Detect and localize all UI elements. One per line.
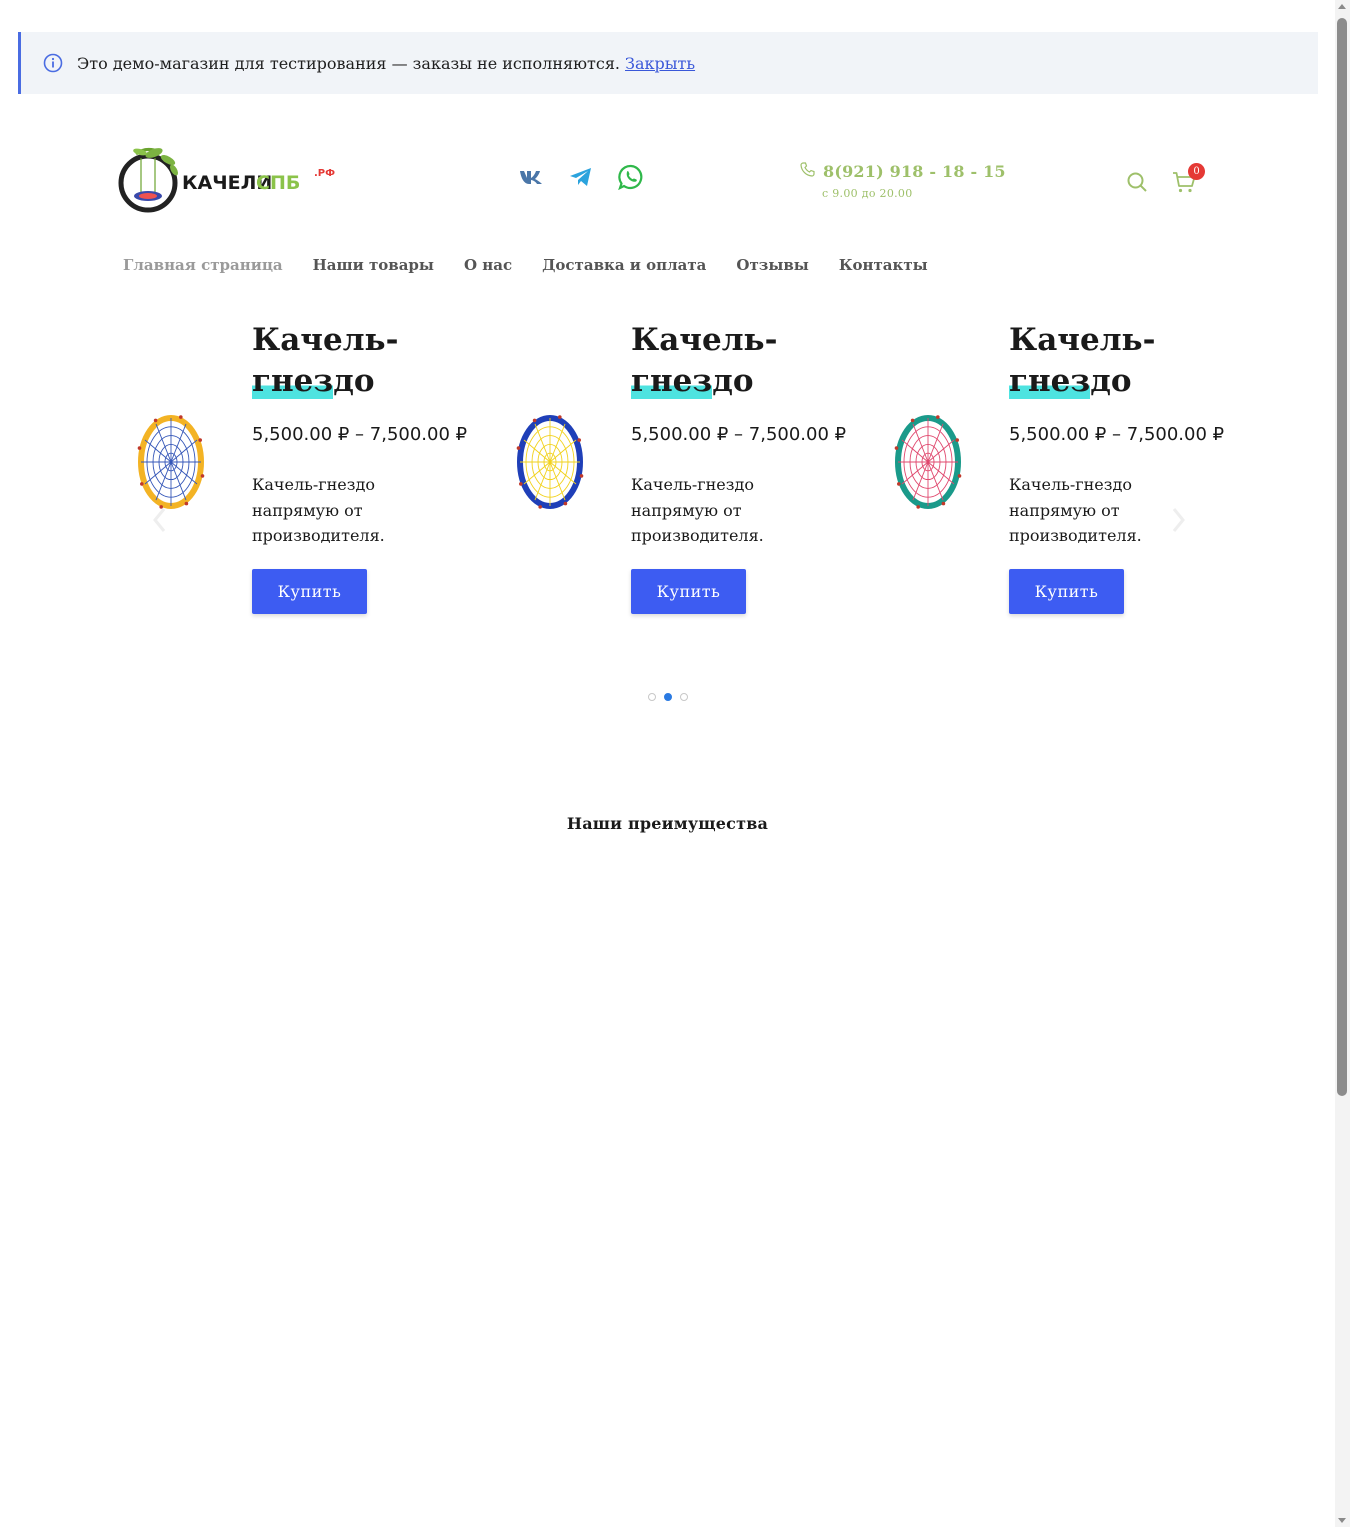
slide-description: Качель-гнездо напрямую от производителя.	[252, 475, 385, 545]
nav-item-contacts[interactable]: Контакты	[839, 256, 928, 274]
slide-description: Качель-гнездо напрямую от производителя.	[1009, 475, 1142, 545]
slide-title: Качель-гнездо	[252, 322, 399, 399]
swing-nest-image[interactable]	[133, 412, 209, 512]
demo-notice: Это демо-магазин для тестирования — зака…	[18, 32, 1318, 94]
slide-price: 5,500.00 ₽ – 7,500.00 ₽	[252, 424, 468, 445]
slide-title: Качель-гнездо	[631, 322, 778, 399]
nav-item-reviews[interactable]: Отзывы	[736, 256, 808, 274]
swing-nest-image[interactable]	[890, 412, 966, 512]
nav-item-home[interactable]: Главная страница	[123, 256, 283, 274]
logo-suffix-text: .РФ	[314, 168, 335, 179]
buy-button[interactable]: Купить	[252, 569, 367, 614]
carousel-next-icon[interactable]	[1168, 505, 1188, 535]
info-icon	[43, 53, 63, 73]
nav-item-products[interactable]: Наши товары	[313, 256, 434, 274]
notice-close-link[interactable]: Закрыть	[625, 54, 695, 73]
slide-price: 5,500.00 ₽ – 7,500.00 ₽	[1009, 424, 1225, 445]
search-icon[interactable]	[1126, 171, 1148, 193]
carousel-prev-icon[interactable]	[150, 505, 170, 535]
slide-price: 5,500.00 ₽ – 7,500.00 ₽	[631, 424, 847, 445]
product-slide: Качель-гнездо 5,500.00 ₽ – 7,500.00 ₽ Ка…	[890, 320, 1250, 640]
carousel-pagination	[648, 693, 688, 701]
advantages-heading: Наши преимущества	[566, 814, 769, 833]
cart-count-badge: 0	[1188, 163, 1205, 180]
carousel-dot[interactable]	[648, 693, 656, 701]
nav-item-about[interactable]: О нас	[464, 256, 512, 274]
logo-accent-text: СПБ	[256, 172, 300, 194]
slide-description: Качель-гнездо напрямую от производителя.	[631, 475, 764, 545]
carousel-dot[interactable]	[664, 693, 672, 701]
product-slide: Качель-гнездо 5,500.00 ₽ – 7,500.00 ₽ Ка…	[133, 320, 493, 640]
buy-button[interactable]: Купить	[631, 569, 746, 614]
slide-title: Качель-гнездо	[1009, 322, 1156, 399]
phone-icon	[800, 162, 815, 181]
phone-number[interactable]: 8(921) 918 - 18 - 15	[823, 162, 1006, 181]
scrollbar-thumb[interactable]	[1337, 18, 1347, 1096]
scroll-down-icon[interactable]	[1338, 1518, 1346, 1523]
page-scrollbar[interactable]	[1335, 0, 1350, 1527]
nav-item-delivery[interactable]: Доставка и оплата	[542, 256, 706, 274]
scroll-up-icon[interactable]	[1338, 4, 1346, 9]
carousel-dot[interactable]	[680, 693, 688, 701]
whatsapp-icon[interactable]	[616, 162, 646, 192]
vk-icon[interactable]	[516, 162, 546, 192]
notice-text: Это демо-магазин для тестирования — зака…	[77, 53, 621, 73]
buy-button[interactable]: Купить	[1009, 569, 1124, 614]
swing-nest-image[interactable]	[512, 412, 588, 512]
site-logo[interactable]: КАЧЕЛИ СПБ .РФ	[116, 144, 342, 218]
working-hours: с 9.00 до 20.00	[822, 187, 913, 200]
main-nav: Главная страница Наши товары О нас Доста…	[123, 256, 928, 274]
social-links	[516, 162, 646, 192]
telegram-icon[interactable]	[566, 162, 596, 192]
contact-phone: 8(921) 918 - 18 - 15 с 9.00 до 20.00	[800, 162, 1006, 200]
product-slide: Качель-гнездо 5,500.00 ₽ – 7,500.00 ₽ Ка…	[512, 320, 872, 640]
